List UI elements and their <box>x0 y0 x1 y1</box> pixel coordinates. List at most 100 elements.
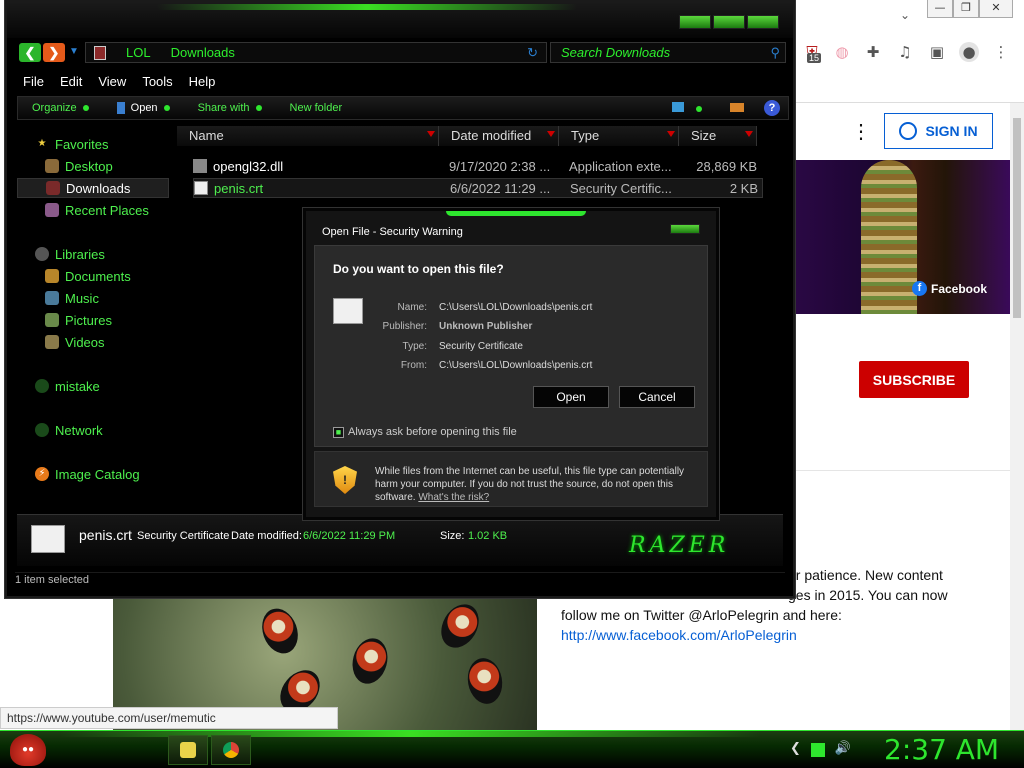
extension-flag-icon[interactable]: ◍ <box>832 42 852 62</box>
nav-favorites[interactable]: ★ Favorites <box>17 134 169 154</box>
nav-mistake[interactable]: mistake <box>17 376 169 396</box>
dll-file-icon <box>193 159 207 173</box>
preview-pane-icon[interactable] <box>730 103 744 112</box>
search-icon[interactable]: ⚲ <box>770 45 780 61</box>
profile-icon[interactable]: ● <box>959 42 979 62</box>
column-size[interactable]: Size <box>679 126 757 146</box>
nav-label: Network <box>55 422 103 438</box>
explorer-taskbar-button[interactable] <box>168 735 208 765</box>
maximize-button[interactable] <box>713 15 745 29</box>
taskbar: ●● ❮ 🔊 2:37 AM <box>0 730 1024 768</box>
open-button[interactable]: Open <box>533 386 609 408</box>
chrome-taskbar-button[interactable] <box>211 735 251 765</box>
menu-edit[interactable]: Edit <box>52 72 90 92</box>
file-row[interactable]: opengl32.dll 9/17/2020 2:38 ... Applicat… <box>193 156 763 176</box>
help-icon[interactable]: ? <box>764 100 780 116</box>
facebook-link[interactable]: f Facebook <box>912 281 987 296</box>
system-tray: ❮ 🔊 <box>790 741 851 757</box>
sign-in-button[interactable]: SIGN IN <box>884 113 993 149</box>
column-type[interactable]: Type <box>559 126 679 146</box>
menu-help[interactable]: Help <box>181 72 224 92</box>
nav-desktop[interactable]: Desktop <box>17 156 169 176</box>
new-folder-button[interactable]: New folder <box>276 102 357 114</box>
name-value: C:\Users\LOL\Downloads\penis.crt <box>439 302 593 313</box>
pictures-icon <box>45 313 59 327</box>
explorer-titlebar[interactable] <box>7 2 793 38</box>
music-icon <box>45 291 59 305</box>
about-link[interactable]: http://www.facebook.com/ArloPelegrin <box>561 625 1006 645</box>
nav-pictures[interactable]: Pictures <box>17 310 169 330</box>
nav-videos[interactable]: Videos <box>17 332 169 352</box>
nav-label: Favorites <box>55 136 109 152</box>
taskbar-glow <box>60 731 760 737</box>
checkbox-label: Always ask before opening this file <box>348 426 517 438</box>
close-button[interactable] <box>747 15 779 29</box>
page-scrollbar[interactable] <box>1010 103 1024 730</box>
details-modified-label: Date modified: <box>231 530 302 542</box>
facebook-icon: f <box>912 281 927 296</box>
subscribe-button[interactable]: SUBSCRIBE <box>859 361 969 398</box>
recent-pages-icon[interactable]: ▼ <box>69 46 79 57</box>
nav-libraries[interactable]: Libraries <box>17 244 169 264</box>
desktop-icon <box>45 159 59 173</box>
downloads-icon <box>46 181 60 195</box>
forward-button[interactable]: ❯ <box>43 43 65 62</box>
volume-icon[interactable]: 🔊 <box>835 741 851 757</box>
view-icon[interactable] <box>672 102 684 112</box>
show-hidden-icons[interactable]: ❮ <box>790 741 801 757</box>
file-name: penis.crt <box>214 180 264 196</box>
start-button[interactable]: ●● <box>10 734 46 766</box>
whats-the-risk-link[interactable]: What's the risk? <box>418 492 489 503</box>
nav-label: Downloads <box>66 180 131 196</box>
dialog-close-button[interactable] <box>670 224 700 234</box>
nav-image-catalog[interactable]: ⚡ Image Catalog <box>17 464 169 484</box>
nav-documents[interactable]: Documents <box>17 266 169 286</box>
column-label: Size <box>691 128 717 143</box>
sort-arrow-icon <box>745 131 753 137</box>
chevron-down-icon[interactable]: ⌄ <box>900 8 910 22</box>
clock[interactable]: 2:37 AM <box>884 733 999 766</box>
account-icon <box>899 122 918 140</box>
menu-icon[interactable]: ⋮ <box>991 42 1011 62</box>
network-icon <box>35 423 49 437</box>
scrollbar-thumb[interactable] <box>1013 118 1021 318</box>
media-icon[interactable]: ♫ <box>895 42 915 62</box>
open-button[interactable]: Open <box>103 102 184 114</box>
column-name[interactable]: Name <box>177 126 439 146</box>
back-button[interactable]: ❮ <box>19 43 41 62</box>
always-ask-checkbox[interactable]: ■ Always ask before opening this file <box>333 426 517 438</box>
nav-network[interactable]: Network <box>17 420 169 440</box>
organize-button[interactable]: Organize <box>18 102 103 114</box>
puzzle-icon[interactable]: ✚ <box>863 42 883 62</box>
nav-downloads[interactable]: Downloads <box>17 178 169 198</box>
share-with-button[interactable]: Share with <box>184 102 276 114</box>
checkbox-checked-icon[interactable]: ■ <box>333 426 344 438</box>
organize-label: Organize <box>32 102 77 114</box>
menu-file[interactable]: File <box>15 72 52 92</box>
menu-tools[interactable]: Tools <box>134 72 180 92</box>
minimize-button[interactable] <box>679 15 711 29</box>
nav-label: Documents <box>65 268 131 284</box>
address-bar[interactable]: LOL Downloads ↻ <box>85 42 547 63</box>
nav-music[interactable]: Music <box>17 288 169 308</box>
details-size-value: 1.02 KB <box>468 530 508 542</box>
sign-in-label: SIGN IN <box>925 123 978 139</box>
nav-recent-places[interactable]: Recent Places <box>17 200 169 220</box>
file-row-selected[interactable]: penis.crt 6/6/2022 11:29 ... Security Ce… <box>193 178 763 198</box>
sidepanel-icon[interactable]: ▣ <box>927 42 947 62</box>
close-button[interactable]: ✕ <box>979 0 1013 18</box>
minimize-button[interactable]: — <box>927 0 953 18</box>
refresh-icon[interactable]: ↻ <box>527 45 538 60</box>
view-dropdown-icon[interactable] <box>696 106 702 112</box>
breadcrumb-lol[interactable]: LOL <box>126 45 151 60</box>
more-options-icon[interactable]: ⋮ <box>851 119 871 144</box>
cancel-button[interactable]: Cancel <box>619 386 695 408</box>
browser-toolbar: — ❐ ✕ ⌄ ⛨ 15 ◍ ✚ ♫ ▣ ● ⋮ <box>795 0 1024 103</box>
breadcrumb-downloads[interactable]: Downloads <box>171 45 235 60</box>
search-input[interactable]: Search Downloads ⚲ <box>550 42 786 63</box>
network-tray-icon[interactable] <box>810 743 825 757</box>
address-bar-row: ❮ ❯ ▼ LOL Downloads ↻ Search Downloads ⚲ <box>17 42 787 64</box>
column-date-modified[interactable]: Date modified <box>439 126 559 146</box>
menu-view[interactable]: View <box>90 72 134 92</box>
restore-button[interactable]: ❐ <box>953 0 979 18</box>
